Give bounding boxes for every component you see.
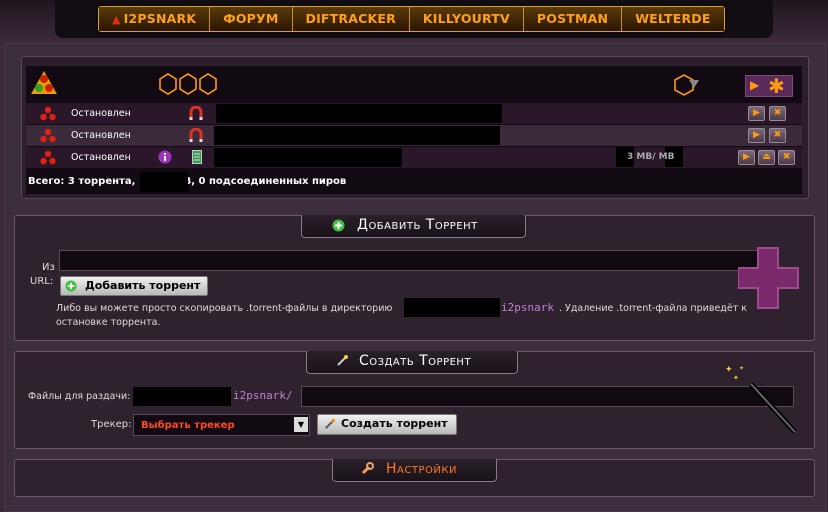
start-button[interactable]: ▶ xyxy=(748,106,765,121)
remove-button[interactable]: ✖ xyxy=(778,150,795,165)
dir-redaction xyxy=(404,298,500,317)
stopped-status-icon xyxy=(40,150,56,165)
info-icon[interactable] xyxy=(158,150,172,164)
tracker-label: Трекер: xyxy=(91,419,132,430)
magic-wand-icon xyxy=(325,418,336,429)
start-all-button[interactable]: ▶ ✱ xyxy=(745,74,793,98)
from-label: Из xyxy=(42,262,55,273)
remove-button[interactable]: ✖ xyxy=(769,106,786,121)
torrent-name[interactable] xyxy=(214,148,402,167)
i2psnark-logo-icon: ▲ xyxy=(112,13,121,26)
torrents-table: ▶ ✱ Остановлен ▶ ✖ Остановлен ▶ ✖ Остано… xyxy=(26,66,802,194)
start-button[interactable]: ▶ xyxy=(748,128,765,143)
nav-welterde[interactable]: WELTERDE xyxy=(622,7,724,31)
torrent-name[interactable] xyxy=(216,104,502,123)
table-row: Остановлен ▶ ✖ xyxy=(26,103,802,124)
svg-text:✦: ✦ xyxy=(733,374,739,382)
create-torrent-header[interactable]: Создать Торрент xyxy=(306,351,518,374)
magic-wand-big-icon: ✦✦✦ xyxy=(725,365,797,434)
status-text: Остановлен xyxy=(71,130,131,141)
hint-suffix: . Удаление .torrent-файла приведёт к xyxy=(559,303,747,314)
star-icon: ✱ xyxy=(768,74,785,98)
big-plus-icon xyxy=(738,247,799,309)
magic-wand-icon xyxy=(337,355,348,366)
size-text: 3 MB/ MB xyxy=(627,152,675,162)
plus-circle-icon xyxy=(65,280,77,292)
add-torrent-button[interactable]: Добавить торрент xyxy=(60,276,208,296)
remove-button[interactable]: ✖ xyxy=(769,128,786,143)
top-nav: ▲ I2PSNARK ФОРУМ DIFTRACKER KILLYOURTV PO… xyxy=(98,6,725,32)
table-header: ▶ ✱ xyxy=(26,66,802,102)
settings-header[interactable]: Настройки xyxy=(332,459,497,482)
nav-forum[interactable]: ФОРУМ xyxy=(210,7,293,31)
add-torrent-header[interactable]: Добавить Торрент xyxy=(301,215,526,238)
hint-dir: i2psnark xyxy=(501,301,554,314)
wrench-icon xyxy=(361,462,374,475)
url-input[interactable] xyxy=(59,250,767,271)
plus-circle-icon xyxy=(332,219,345,232)
files-label: Файлы для раздачи: xyxy=(28,391,131,402)
status-text: Остановлен xyxy=(71,108,131,119)
nav-diftracker[interactable]: DIFTRACKER xyxy=(292,7,410,31)
hint-prefix: Либо вы можете просто скопировать .torre… xyxy=(56,303,393,314)
stopped-status-icon xyxy=(40,128,56,143)
data-header-icon xyxy=(674,74,699,96)
upload-button[interactable]: ⏏ xyxy=(758,150,775,165)
files-path-redaction xyxy=(133,387,231,406)
status-header-icon xyxy=(31,71,57,94)
table-row: Остановлен ▶ ✖ xyxy=(26,125,802,146)
url-label: URL: xyxy=(30,276,54,287)
nav-i2psnark[interactable]: ▲ I2PSNARK xyxy=(99,7,211,31)
dropdown-arrow-icon[interactable]: ▼ xyxy=(294,417,308,432)
table-summary: Всего: 3 торрента, MB, 0 подсоединенных … xyxy=(26,172,802,194)
hint-line2: остановке торрента. xyxy=(56,317,161,328)
status-text: Остановлен xyxy=(71,152,131,163)
table-row: Остановлен 3 MB/ MB ▶ ⏏ ✖ xyxy=(26,147,802,168)
path-suffix: i2psnark/ xyxy=(233,389,293,402)
tracker-select[interactable]: Выбрать трекер ▼ xyxy=(133,414,310,436)
create-torrent-button[interactable]: Создать торрент xyxy=(317,414,457,435)
stopped-status-icon xyxy=(40,106,56,121)
files-input[interactable] xyxy=(301,386,794,407)
svg-text:✦: ✦ xyxy=(725,365,733,375)
summary-redaction xyxy=(140,172,188,192)
torrent-name[interactable] xyxy=(214,126,500,145)
start-button[interactable]: ▶ xyxy=(738,150,755,165)
magnet-icon[interactable] xyxy=(189,106,203,121)
peers-header-icon xyxy=(159,73,217,95)
play-icon: ▶ xyxy=(750,78,760,92)
file-icon[interactable] xyxy=(192,150,202,164)
svg-text:✦: ✦ xyxy=(739,365,744,372)
nav-killyourtv[interactable]: KILLYOURTV xyxy=(409,7,524,31)
nav-postman[interactable]: POSTMAN xyxy=(523,7,623,31)
magnet-icon[interactable] xyxy=(189,128,203,143)
